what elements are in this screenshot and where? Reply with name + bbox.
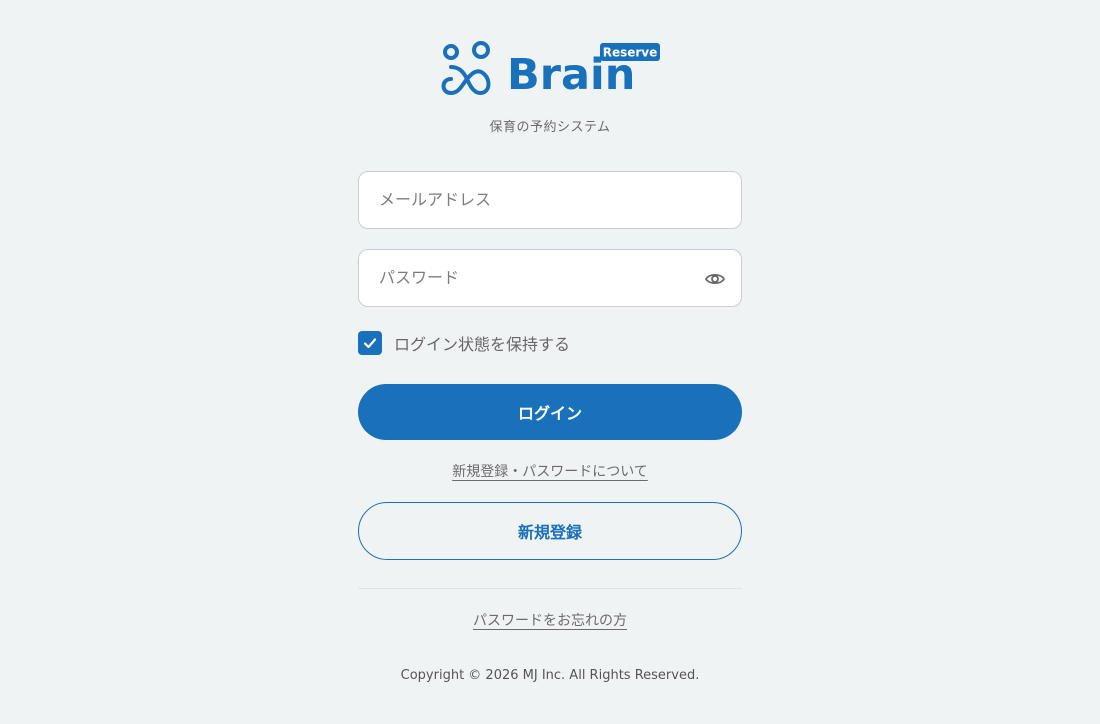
brand-logo: Brain Reserve <box>440 40 662 96</box>
remember-login-toggle[interactable]: ログイン状態を保持する <box>358 331 742 355</box>
forgot-password-link-row: パスワードをお忘れの方 <box>358 610 742 630</box>
divider <box>358 588 742 589</box>
check-icon <box>363 338 377 349</box>
remember-label: ログイン状態を保持する <box>394 335 571 354</box>
forgot-password-link[interactable]: パスワードをお忘れの方 <box>473 613 627 629</box>
remember-checkbox[interactable] <box>358 331 382 355</box>
brand-logo-mark: Brain Reserve <box>441 41 660 96</box>
register-info-link[interactable]: 新規登録・パスワードについて <box>452 464 648 480</box>
email-field-wrapper <box>358 171 742 229</box>
tagline: 保育の予約システム <box>489 120 611 135</box>
login-form: ログイン状態を保持する ログイン 新規登録・パスワードについて 新規登録 パスワ… <box>358 171 742 630</box>
password-input[interactable] <box>359 250 741 306</box>
brand-badge: Reserve <box>603 46 658 60</box>
eye-icon[interactable] <box>703 268 727 290</box>
login-button[interactable]: ログイン <box>358 384 742 440</box>
copyright: Copyright © 2026 MJ Inc. All Rights Rese… <box>400 668 700 683</box>
email-input[interactable] <box>359 172 741 228</box>
register-button[interactable]: 新規登録 <box>358 502 742 560</box>
password-field-wrapper <box>358 249 742 307</box>
login-page: Brain Reserve 保育の予約システム メールアドレス ログイン状態を保… <box>0 0 1100 724</box>
register-info-link-row: 新規登録・パスワードについて <box>358 461 742 481</box>
